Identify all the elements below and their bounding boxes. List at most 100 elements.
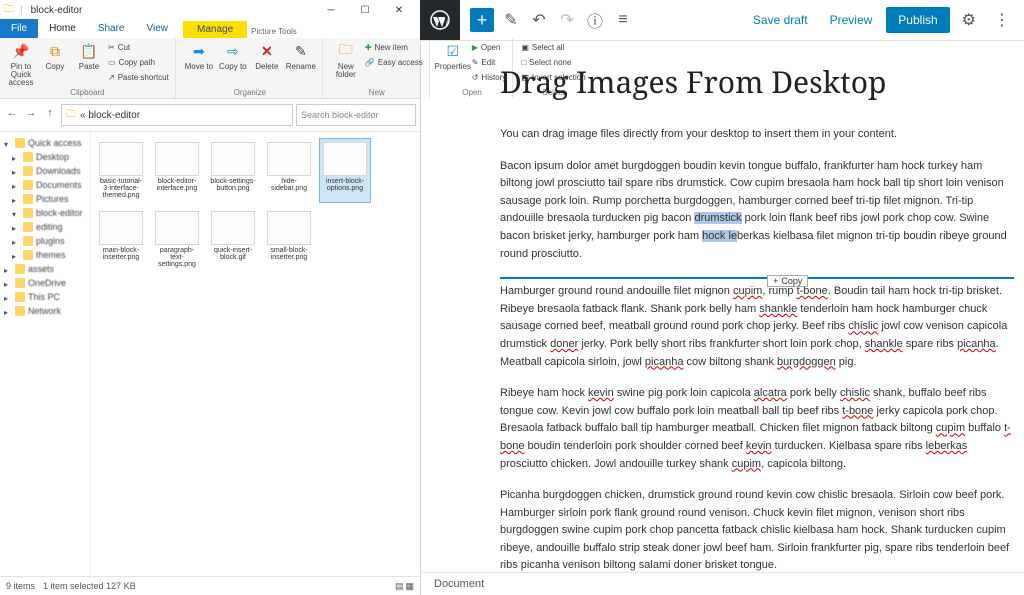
text-selection: drumstick	[694, 212, 741, 224]
folder-icon	[15, 138, 25, 148]
expand-icon[interactable]	[4, 307, 12, 315]
paragraph-2[interactable]: Hamburger ground round andouille filet m…	[500, 283, 1014, 371]
up-button[interactable]: ↑	[42, 107, 58, 123]
preview-button[interactable]: Preview	[822, 9, 881, 31]
add-block-button[interactable]: +	[470, 8, 494, 32]
expand-icon[interactable]	[12, 251, 20, 259]
paste-button[interactable]: 📋Paste	[74, 40, 104, 71]
outline-button[interactable]: ≡	[612, 9, 634, 31]
tree-item[interactable]: editing	[2, 220, 88, 234]
new-item-button[interactable]: ✚New item	[365, 40, 423, 54]
paragraph-1[interactable]: Bacon ipsum dolor amet burgdoggen boudin…	[500, 158, 1014, 264]
delete-icon: ✕	[256, 40, 278, 62]
info-button[interactable]: ⓘ	[584, 9, 606, 31]
copy-path-button[interactable]: ▭Copy path	[108, 55, 169, 69]
expand-icon[interactable]	[12, 167, 20, 175]
close-button[interactable]: ✕	[382, 0, 416, 20]
expand-icon[interactable]	[12, 237, 20, 245]
file-thumbnail[interactable]: basic-tutorial-3-interface-themed.png	[95, 138, 147, 203]
nav-tree[interactable]: Quick accessDesktopDownloadsDocumentsPic…	[0, 132, 91, 576]
search-input[interactable]: Search block-editor	[296, 104, 416, 126]
paragraph-4[interactable]: Picanha burgdoggen chicken, drumstick gr…	[500, 487, 1014, 572]
paste-shortcut-button[interactable]: ↗Paste shortcut	[108, 70, 169, 84]
file-thumbnail[interactable]: hide-sidebar.png	[263, 138, 315, 203]
wordpress-logo[interactable]	[420, 0, 460, 40]
file-thumbnail[interactable]: block-settings-button.png	[207, 138, 259, 203]
more-button[interactable]: ⋮	[988, 10, 1016, 30]
breadcrumb-document[interactable]: Document	[434, 578, 484, 590]
drop-indicator: +Copy	[500, 277, 1014, 279]
expand-icon[interactable]	[12, 195, 20, 203]
folder-icon	[23, 236, 33, 246]
thumbnail-preview	[211, 142, 255, 176]
copy-button[interactable]: ⧉Copy	[40, 40, 70, 71]
settings-button[interactable]: ⚙	[956, 10, 982, 30]
file-thumbnail[interactable]: main-block-inserter.png	[95, 207, 147, 272]
redo-button[interactable]: ↷	[556, 9, 578, 31]
move-to-button[interactable]: ➡Move to	[184, 40, 214, 71]
file-name: paragraph-text-settings.png	[154, 247, 200, 268]
tree-item[interactable]: assets	[2, 262, 88, 276]
minimize-button[interactable]: ─	[314, 0, 348, 20]
maximize-button[interactable]: ☐	[348, 0, 382, 20]
expand-icon[interactable]	[4, 139, 12, 147]
file-name: block-editor-interface.png	[154, 178, 200, 192]
publish-button[interactable]: Publish	[886, 7, 949, 33]
tree-item[interactable]: Downloads	[2, 164, 88, 178]
file-thumbnail[interactable]: quick-insert-block.gif	[207, 207, 259, 272]
expand-icon[interactable]	[12, 153, 20, 161]
editor-canvas[interactable]: Drag Images From Desktop You can drag im…	[420, 41, 1024, 572]
save-draft-button[interactable]: Save draft	[745, 9, 816, 31]
delete-button[interactable]: ✕Delete	[252, 40, 282, 71]
tab-share[interactable]: Share	[87, 20, 136, 38]
tree-item[interactable]: Network	[2, 304, 88, 318]
expand-icon[interactable]	[4, 265, 12, 273]
folder-icon	[23, 250, 33, 260]
file-thumbnail[interactable]: block-editor-interface.png	[151, 138, 203, 203]
tab-file[interactable]: File	[0, 19, 38, 38]
easy-access-button[interactable]: 🔗Easy access	[365, 55, 423, 69]
expand-icon[interactable]	[12, 209, 20, 217]
tree-item[interactable]: Quick access	[2, 136, 88, 150]
address-bar[interactable]: 🗀 « block-editor	[61, 104, 293, 126]
tree-item[interactable]: Documents	[2, 178, 88, 192]
file-thumbnail[interactable]: insert-block-options.png	[319, 138, 371, 203]
file-list[interactable]: basic-tutorial-3-interface-themed.png blo…	[91, 132, 420, 576]
thumbnail-preview	[99, 142, 143, 176]
tree-item[interactable]: themes	[2, 248, 88, 262]
paragraph-intro[interactable]: You can drag image files directly from y…	[500, 126, 1014, 144]
tab-home[interactable]: Home	[38, 20, 87, 38]
expand-icon[interactable]	[12, 223, 20, 231]
tab-manage[interactable]: Manage	[183, 21, 247, 38]
file-thumbnail[interactable]: paragraph-text-settings.png	[151, 207, 203, 272]
view-details-button[interactable]: ▤	[395, 581, 404, 592]
tree-item[interactable]: block-editor	[2, 206, 88, 220]
post-title[interactable]: Drag Images From Desktop	[500, 61, 1014, 102]
rename-button[interactable]: ✎Rename	[286, 40, 316, 71]
expand-icon[interactable]	[4, 279, 12, 287]
file-thumbnail[interactable]: small-block-inserter.png	[263, 207, 315, 272]
tree-item[interactable]: OneDrive	[2, 276, 88, 290]
folder-icon	[15, 292, 25, 302]
expand-icon[interactable]	[12, 181, 20, 189]
new-folder-button[interactable]: 🗀New folder	[331, 40, 361, 79]
copyto-icon: ⇨	[222, 40, 244, 62]
expand-icon[interactable]	[4, 293, 12, 301]
cut-button[interactable]: ✂Cut	[108, 40, 169, 54]
back-button[interactable]: ←	[4, 107, 20, 123]
tree-item[interactable]: Desktop	[2, 150, 88, 164]
paragraph-3[interactable]: Ribeye ham hock kevin swine pig pork loi…	[500, 385, 1014, 473]
edit-mode-button[interactable]: ✎	[500, 9, 522, 31]
editor-toolbar: + ✎ ↶ ↷ ⓘ ≡ Save draft Preview Publish ⚙…	[420, 0, 1024, 41]
undo-button[interactable]: ↶	[528, 9, 550, 31]
tree-item[interactable]: Pictures	[2, 192, 88, 206]
tab-view[interactable]: View	[136, 20, 180, 38]
copy-to-button[interactable]: ⇨Copy to	[218, 40, 248, 71]
editor-footer[interactable]: Document	[420, 572, 1024, 595]
pin-to-quick-access-button[interactable]: 📌Pin to Quick access	[6, 40, 36, 87]
tree-item[interactable]: plugins	[2, 234, 88, 248]
tree-item[interactable]: This PC	[2, 290, 88, 304]
forward-button[interactable]: →	[23, 107, 39, 123]
status-bar: 9 items 1 item selected 127 KB ▤ ▦	[0, 576, 420, 595]
view-thumbnails-button[interactable]: ▦	[405, 581, 414, 592]
